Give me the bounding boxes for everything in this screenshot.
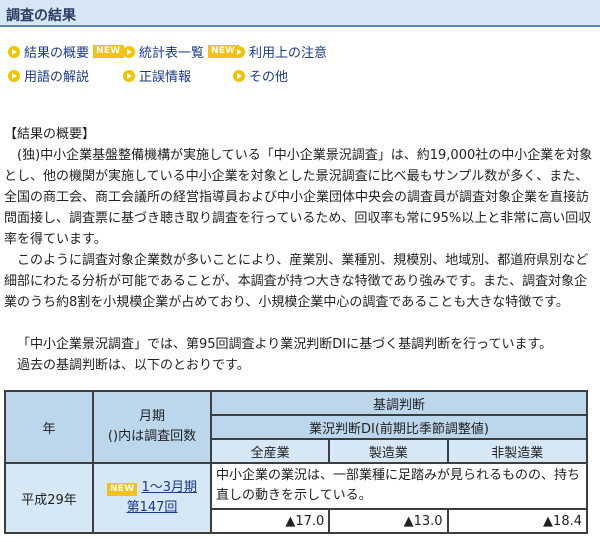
nav-link-glossary[interactable]: 用語の解説	[8, 66, 89, 85]
value-all-industries: ▲17.0	[212, 510, 329, 532]
header-period-note: ()内は調査回数	[107, 429, 197, 444]
paragraph-judgment-past: 過去の基調判断は、以下のとおりです。	[17, 358, 250, 373]
table-row: ▲17.0 ▲13.0 ▲18.4	[6, 510, 586, 532]
paragraph-judgment-intro: 「中小企業景況調査」では、第95回調査より業況判断DIに基づく基調判断を行ってい…	[17, 337, 553, 352]
section-heading: 【結果の概要】	[4, 127, 96, 142]
arrow-bullet-icon	[123, 45, 135, 58]
new-badge: NEW	[106, 483, 138, 496]
table-row: 平成29年 NEW 1～3月期 第147回 中小企業の業況は、一部業種に足踏みが見…	[6, 464, 586, 532]
header-all-industries: 全産業	[212, 440, 329, 462]
nav-link-statistics-list[interactable]: 統計表一覧 NEW	[123, 42, 239, 61]
judgment-table: 年 月期 ()内は調査回数 基調判断 業況判断DI(前期比季節調整値) 全産業 …	[4, 390, 588, 534]
section-nav: 結果の概要 NEW 統計表一覧 NEW 利用上の注意 用語の解説 正誤情報 その…	[8, 42, 598, 90]
nav-link-usage-notes[interactable]: 利用上の注意	[233, 42, 327, 61]
nav-link-label: 正誤情報	[139, 70, 192, 85]
survey-number-link[interactable]: 第147回	[127, 500, 178, 515]
nav-link-label: 用語の解説	[24, 70, 90, 85]
header-manufacturing: 製造業	[330, 440, 447, 462]
nav-link-errata[interactable]: 正誤情報	[123, 66, 191, 85]
value-manufacturing: ▲13.0	[330, 510, 447, 532]
arrow-bullet-icon	[233, 69, 245, 82]
header-period: 月期 ()内は調査回数	[94, 392, 210, 462]
value-non-manufacturing: ▲18.4	[448, 510, 586, 532]
nav-link-label: 利用上の注意	[249, 46, 328, 61]
new-badge: NEW	[93, 45, 124, 58]
period-link[interactable]: 1～3月期	[141, 480, 197, 495]
nav-link-label: 統計表一覧	[139, 46, 205, 61]
nav-link-other[interactable]: その他	[233, 66, 288, 85]
header-non-manufacturing: 非製造業	[448, 440, 586, 462]
nav-link-label: その他	[249, 70, 289, 85]
header-di: 業況判断DI(前期比季節調整値)	[212, 416, 586, 438]
page-title: 調査の結果	[6, 8, 76, 24]
arrow-bullet-icon	[8, 45, 20, 58]
row-description: 中小企業の業況は、一部業種に足踏みが見られるものの、持ち直しの動きを示している。	[212, 464, 586, 508]
header-judgment: 基調判断	[212, 392, 586, 414]
arrow-bullet-icon	[123, 69, 135, 82]
nav-link-label: 結果の概要	[24, 46, 90, 61]
row-year: 平成29年	[6, 464, 92, 532]
summary-content: 【結果の概要】 (独)中小企業基盤整備機構が実施している「中小企業景況調査」は、…	[4, 124, 594, 376]
paragraph-features: このように調査対象企業数が多いことにより、産業別、業種別、規模別、地域別、都道府…	[4, 253, 589, 310]
nav-link-summary[interactable]: 結果の概要 NEW	[8, 42, 124, 61]
paragraph-overview: (独)中小企業基盤整備機構が実施している「中小企業景況調査」は、約19,000社…	[4, 148, 593, 247]
header-period-label: 月期	[138, 409, 165, 424]
header-year: 年	[6, 392, 92, 462]
row-period: NEW 1～3月期 第147回	[94, 464, 210, 532]
page-header: 調査の結果	[0, 0, 600, 27]
arrow-bullet-icon	[233, 45, 245, 58]
arrow-bullet-icon	[8, 69, 20, 82]
